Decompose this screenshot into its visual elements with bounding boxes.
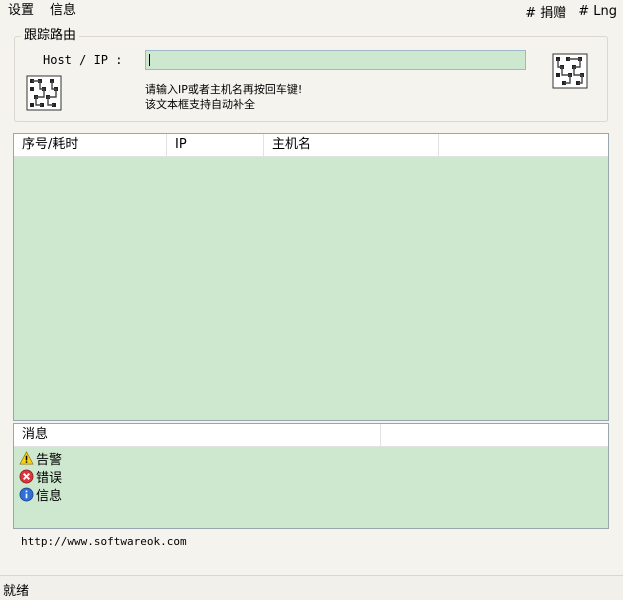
group-title: 跟踪路由: [21, 28, 80, 44]
message-label-error: 错误: [36, 470, 63, 486]
text-caret: [149, 54, 150, 66]
status-text: 就绪: [3, 584, 30, 599]
host-ip-label: Host / IP :: [43, 53, 123, 67]
error-icon: [19, 469, 34, 483]
route-map-icon: [26, 75, 62, 111]
list-item[interactable]: 错误: [14, 467, 608, 486]
menu-donate[interactable]: # 捐赠: [519, 2, 572, 21]
column-header-empty[interactable]: [439, 134, 608, 156]
messages-list[interactable]: 消息 告警 错误 信息: [13, 423, 609, 529]
column-header-ip[interactable]: IP: [167, 134, 264, 156]
list-item[interactable]: 告警: [14, 449, 608, 468]
column-header-message-extra[interactable]: [381, 424, 608, 446]
hint-line-1: 请输入IP或者主机名再按回车键!: [145, 83, 303, 96]
column-header-index-time[interactable]: 序号/耗时: [14, 134, 167, 156]
warning-icon: [19, 450, 34, 464]
messages-header: 消息: [14, 424, 608, 447]
list-item[interactable]: 信息: [14, 485, 608, 504]
message-label-info: 信息: [36, 488, 63, 504]
menu-bar: 设置 信息 # 捐赠 # Lng: [0, 0, 623, 22]
trace-route-group: 跟踪路由 Host / IP : 请输入IP或者主机名再按回车键! 该文本框支持…: [14, 28, 608, 122]
hint-line-2: 该文本框支持自动补全: [145, 98, 255, 111]
website-link[interactable]: http://www.softwareok.com: [21, 535, 187, 548]
app-window: 设置 信息 # 捐赠 # Lng 跟踪路由 Host / IP : 请输入IP或…: [0, 0, 623, 600]
info-icon: [19, 487, 34, 501]
messages-items: 告警 错误 信息: [14, 447, 608, 504]
results-table[interactable]: 序号/耗时 IP 主机名: [13, 133, 609, 421]
input-hint: 请输入IP或者主机名再按回车键! 该文本框支持自动补全: [145, 82, 302, 112]
menu-language[interactable]: # Lng: [572, 4, 623, 19]
column-header-message[interactable]: 消息: [14, 424, 381, 446]
trace-start-icon[interactable]: [552, 53, 588, 89]
host-ip-input[interactable]: [145, 50, 526, 70]
message-label-warning: 告警: [36, 452, 63, 468]
menu-info[interactable]: 信息: [42, 0, 84, 22]
results-table-header: 序号/耗时 IP 主机名: [14, 134, 608, 157]
status-bar: 就绪: [0, 575, 623, 600]
column-header-hostname[interactable]: 主机名: [264, 134, 439, 156]
menu-settings[interactable]: 设置: [0, 0, 42, 22]
